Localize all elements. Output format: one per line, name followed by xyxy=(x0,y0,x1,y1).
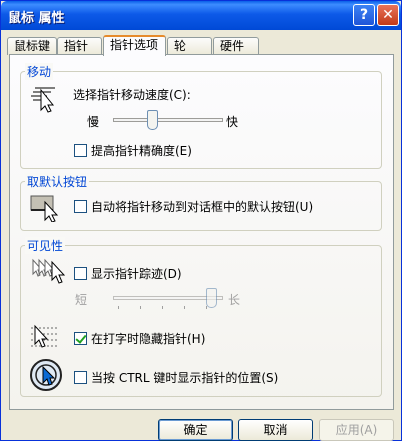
hide-while-typing-checkbox[interactable] xyxy=(74,332,87,345)
long-label: 长 xyxy=(228,293,241,307)
precision-checkbox[interactable] xyxy=(74,144,87,157)
short-label: 短 xyxy=(75,293,88,307)
tab-pointer-options[interactable]: 指针选项 xyxy=(103,35,166,56)
help-button[interactable]: ? xyxy=(353,4,375,26)
ctrl-location-label[interactable]: 当按 CTRL 键时显示指针的位置(S) xyxy=(91,369,278,386)
fast-label: 快 xyxy=(226,115,239,129)
hide-while-typing-label[interactable]: 在打字时隐藏指针(H) xyxy=(91,330,205,347)
trails-tick xyxy=(140,306,141,309)
close-button[interactable]: ✕ xyxy=(377,4,399,26)
trails-tick xyxy=(162,306,163,309)
speed-slider-track[interactable] xyxy=(113,118,223,122)
tab-buttons[interactable]: 鼠标键 xyxy=(7,37,57,55)
visibility-group: 可见性 显示指针踪迹(D) 短 长 在打字时隐藏指针(H) 当按 CTRL 键时… xyxy=(20,237,382,397)
title-bar[interactable]: 鼠标 属性 ? ✕ xyxy=(1,1,401,30)
hide-pointer-icon xyxy=(31,324,59,348)
motion-group: 移动 选择指针移动速度(C): 慢 快 提高指针精确度(E) xyxy=(20,63,382,169)
precision-label[interactable]: 提高指针精确度(E) xyxy=(91,142,192,159)
trails-tick xyxy=(184,306,185,309)
show-location-icon xyxy=(30,359,62,391)
speed-label: 选择指针移动速度(C): xyxy=(73,88,191,102)
window-title: 鼠标 属性 xyxy=(8,11,65,26)
trails-label[interactable]: 显示指针踪迹(D) xyxy=(91,265,182,282)
pointer-trails-icon xyxy=(32,258,65,284)
snap-label[interactable]: 自动将指针移动到对话框中的默认按钮(U) xyxy=(91,198,313,215)
snap-legend: 取默认按钮 xyxy=(25,173,90,190)
trails-checkbox[interactable] xyxy=(74,267,87,280)
cancel-button[interactable]: 取消 xyxy=(238,419,313,441)
apply-button[interactable]: 应用(A) xyxy=(319,419,394,441)
trails-tick xyxy=(118,306,119,309)
ok-button[interactable]: 确定 xyxy=(158,419,233,441)
visibility-legend: 可见性 xyxy=(25,237,66,254)
trails-slider-thumb[interactable] xyxy=(206,288,217,308)
pointer-speed-icon xyxy=(31,87,55,113)
snap-button-icon xyxy=(30,195,59,222)
ctrl-location-checkbox[interactable] xyxy=(74,371,87,384)
snap-to-group: 取默认按钮 自动将指针移动到对话框中的默认按钮(U) xyxy=(20,173,382,231)
snap-checkbox[interactable] xyxy=(74,200,87,213)
mouse-properties-dialog: 鼠标 属性 ? ✕ 鼠标键 指针 指针选项 轮 硬件 移动 选择指针移动速度(C… xyxy=(0,0,402,441)
slow-label: 慢 xyxy=(87,115,100,129)
motion-legend: 移动 xyxy=(25,63,54,80)
tab-hardware[interactable]: 硬件 xyxy=(213,37,259,55)
tab-wheel[interactable]: 轮 xyxy=(167,37,212,55)
pointer-options-panel: 移动 选择指针移动速度(C): 慢 快 提高指针精确度(E) 取默认按钮 自动将… xyxy=(9,54,394,410)
tab-pointers[interactable]: 指针 xyxy=(57,37,102,55)
speed-slider-thumb[interactable] xyxy=(147,110,158,130)
